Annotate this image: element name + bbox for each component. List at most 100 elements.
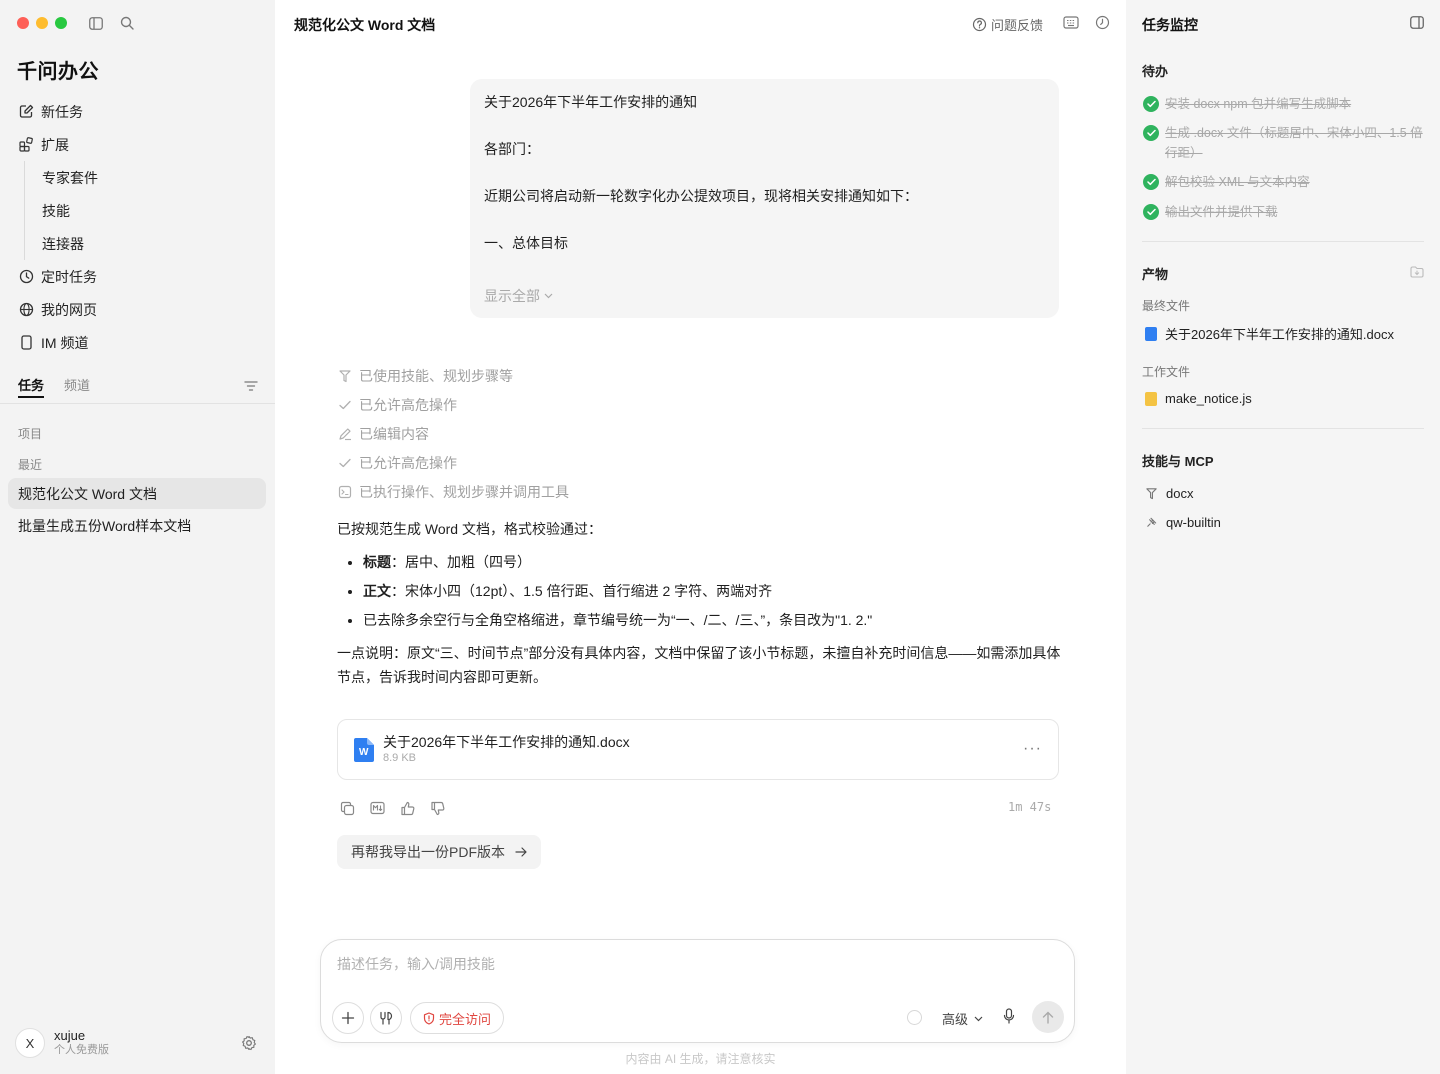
sidebar-item-new-task[interactable]: 新任务 xyxy=(10,95,266,128)
sidebar-item-extensions[interactable]: 扩展 xyxy=(10,128,266,161)
tools-icon xyxy=(380,1011,393,1025)
task-item[interactable]: 批量生成五份Word样本文档 xyxy=(8,510,266,541)
suggestion-chip[interactable]: 再帮我导出一份PDF版本 xyxy=(337,835,541,869)
keyboard-icon[interactable] xyxy=(1063,15,1079,33)
suggestion-label: 再帮我导出一份PDF版本 xyxy=(351,844,505,860)
more-options-icon[interactable]: ··· xyxy=(1023,740,1042,758)
list-item: 正文：宋体小四（12pt）、1.5 倍行距、首行缩进 2 字符、两端对齐 xyxy=(363,577,1062,606)
artifacts-section-title: 产物 xyxy=(1142,267,1169,282)
sidebar-item-label: 扩展 xyxy=(41,136,69,153)
window-controls xyxy=(17,17,67,29)
show-all-label: 显示全部 xyxy=(484,288,540,304)
word-doc-icon: W xyxy=(354,737,374,762)
list-item: 标题：居中、加粗（四号） xyxy=(363,548,1062,577)
full-access-button[interactable]: 完全访问 xyxy=(410,1002,505,1034)
phone-icon xyxy=(18,335,34,351)
check-circle-icon xyxy=(1143,125,1159,141)
doc-icon-letter: W xyxy=(359,746,369,758)
tab-channels[interactable]: 频道 xyxy=(64,376,90,398)
skills-section-title: 技能与 MCP xyxy=(1142,454,1214,469)
user-profile[interactable]: X xujue 个人免费版 xyxy=(15,1028,109,1058)
sidebar-nav: 新任务 扩展 专家套件 技能 连接器 定时任务 我的网页 IM 频道 xyxy=(10,95,266,359)
sidebar-item-im-channel[interactable]: IM 频道 xyxy=(10,326,266,359)
sidebar-item-label: 我的网页 xyxy=(41,301,97,318)
skill-item[interactable]: docx xyxy=(1145,486,1193,501)
show-all-button[interactable]: 显示全部 xyxy=(484,286,553,306)
app-window: 千问办公 新任务 扩展 专家套件 技能 连接器 定时任务 我的网页 IM 频道 … xyxy=(0,0,1440,1074)
globe-icon xyxy=(18,302,34,318)
step-item[interactable]: 已使用技能、规划步骤等 xyxy=(337,361,569,390)
user-name: xujue xyxy=(54,1028,86,1043)
history-icon[interactable] xyxy=(1095,15,1110,33)
microphone-icon[interactable] xyxy=(1003,1008,1015,1027)
sidebar-item-skills[interactable]: 技能 xyxy=(25,194,266,227)
thumbs-up-icon[interactable] xyxy=(400,798,430,818)
sidebar-item-label: 定时任务 xyxy=(41,268,97,285)
tab-tasks[interactable]: 任务 xyxy=(18,376,45,398)
step-item[interactable]: 已编辑内容 xyxy=(337,419,569,448)
skill-name: docx xyxy=(1166,486,1194,501)
panel-toggle-icon[interactable] xyxy=(1410,16,1424,32)
extensions-icon xyxy=(18,137,34,153)
folder-icon[interactable] xyxy=(1410,265,1424,281)
work-files-label: 工作文件 xyxy=(1142,365,1191,379)
check-circle-icon xyxy=(1143,204,1159,220)
help-icon xyxy=(972,17,987,32)
step-item[interactable]: 已执行操作、规划步骤并调用工具 xyxy=(337,477,569,506)
avatar: X xyxy=(15,1028,45,1058)
sidebar-item-label: 连接器 xyxy=(42,235,84,252)
thumbs-down-icon[interactable] xyxy=(430,798,460,818)
feedback-label: 问题反馈 xyxy=(991,18,1044,33)
model-selector[interactable]: 高级 xyxy=(942,1009,983,1028)
step-label: 已执行操作、规划步骤并调用工具 xyxy=(359,483,569,500)
file-name: 关于2026年下半年工作安排的通知.docx xyxy=(383,734,630,750)
page-title: 规范化公文 Word 文档 xyxy=(294,17,436,33)
todo-item: 解包校验 XML 与文本内容 xyxy=(1143,172,1423,192)
sidebar-item-scheduled[interactable]: 定时任务 xyxy=(10,260,266,293)
close-window-button[interactable] xyxy=(17,17,29,29)
bullet-text: 已去除多余空行与全角空格缩进，章节编号统一为“一、/二、/三、”，条目改为"1.… xyxy=(363,612,873,628)
edit-icon xyxy=(18,104,34,120)
sidebar-item-expert-suite[interactable]: 专家套件 xyxy=(25,161,266,194)
check-circle-icon xyxy=(1143,174,1159,190)
maximize-window-button[interactable] xyxy=(55,17,67,29)
extensions-submenu: 专家套件 技能 连接器 xyxy=(24,161,266,260)
todo-section-title: 待办 xyxy=(1142,64,1169,79)
minimize-window-button[interactable] xyxy=(36,17,48,29)
step-item[interactable]: 已允许高危操作 xyxy=(337,390,569,419)
recent-label: 最近 xyxy=(18,458,43,472)
markdown-icon[interactable] xyxy=(370,798,400,818)
loading-spinner-icon xyxy=(907,1010,922,1025)
chevron-down-icon xyxy=(544,293,553,299)
file-attachment-card[interactable]: W 关于2026年下半年工作安排的通知.docx 8.9 KB ··· xyxy=(337,719,1059,780)
copy-icon[interactable] xyxy=(340,798,370,818)
check-icon xyxy=(337,455,352,470)
feedback-button[interactable]: 问题反馈 xyxy=(972,15,1043,34)
sidebar-divider xyxy=(0,403,275,404)
sidebar-toggle-icon[interactable] xyxy=(88,15,104,31)
task-input[interactable] xyxy=(337,956,1037,972)
send-button[interactable] xyxy=(1032,1001,1064,1033)
final-file-name: 关于2026年下半年工作安排的通知.docx xyxy=(1165,327,1394,342)
check-icon xyxy=(337,397,352,412)
final-file-item[interactable]: 关于2026年下半年工作安排的通知.docx xyxy=(1145,324,1394,343)
task-monitor-panel: 任务监控 待办 安装 docx npm 包并编写生成脚本 生成 .docx 文件… xyxy=(1126,0,1440,1074)
pencil-icon xyxy=(337,426,352,441)
work-file-item[interactable]: make_notice.js xyxy=(1145,391,1252,406)
skill-item[interactable]: qw-builtin xyxy=(1145,515,1221,530)
add-attachment-button[interactable] xyxy=(332,1002,364,1034)
todo-text: 解包校验 XML 与文本内容 xyxy=(1165,175,1310,189)
skill-picker-button[interactable] xyxy=(370,1002,402,1034)
sidebar-item-label: 专家套件 xyxy=(42,169,98,186)
step-label: 已使用技能、规划步骤等 xyxy=(359,367,513,384)
step-label: 已允许高危操作 xyxy=(359,454,457,471)
filter-icon[interactable] xyxy=(244,379,258,395)
search-icon[interactable] xyxy=(119,15,135,31)
elapsed-time: 1m 47s xyxy=(1008,800,1052,814)
sidebar-item-my-pages[interactable]: 我的网页 xyxy=(10,293,266,326)
panel-title: 任务监控 xyxy=(1142,17,1198,33)
sidebar-item-connectors[interactable]: 连接器 xyxy=(25,227,266,260)
gear-icon[interactable] xyxy=(241,1035,257,1054)
task-item[interactable]: 规范化公文 Word 文档 xyxy=(8,478,266,509)
step-item[interactable]: 已允许高危操作 xyxy=(337,448,569,477)
